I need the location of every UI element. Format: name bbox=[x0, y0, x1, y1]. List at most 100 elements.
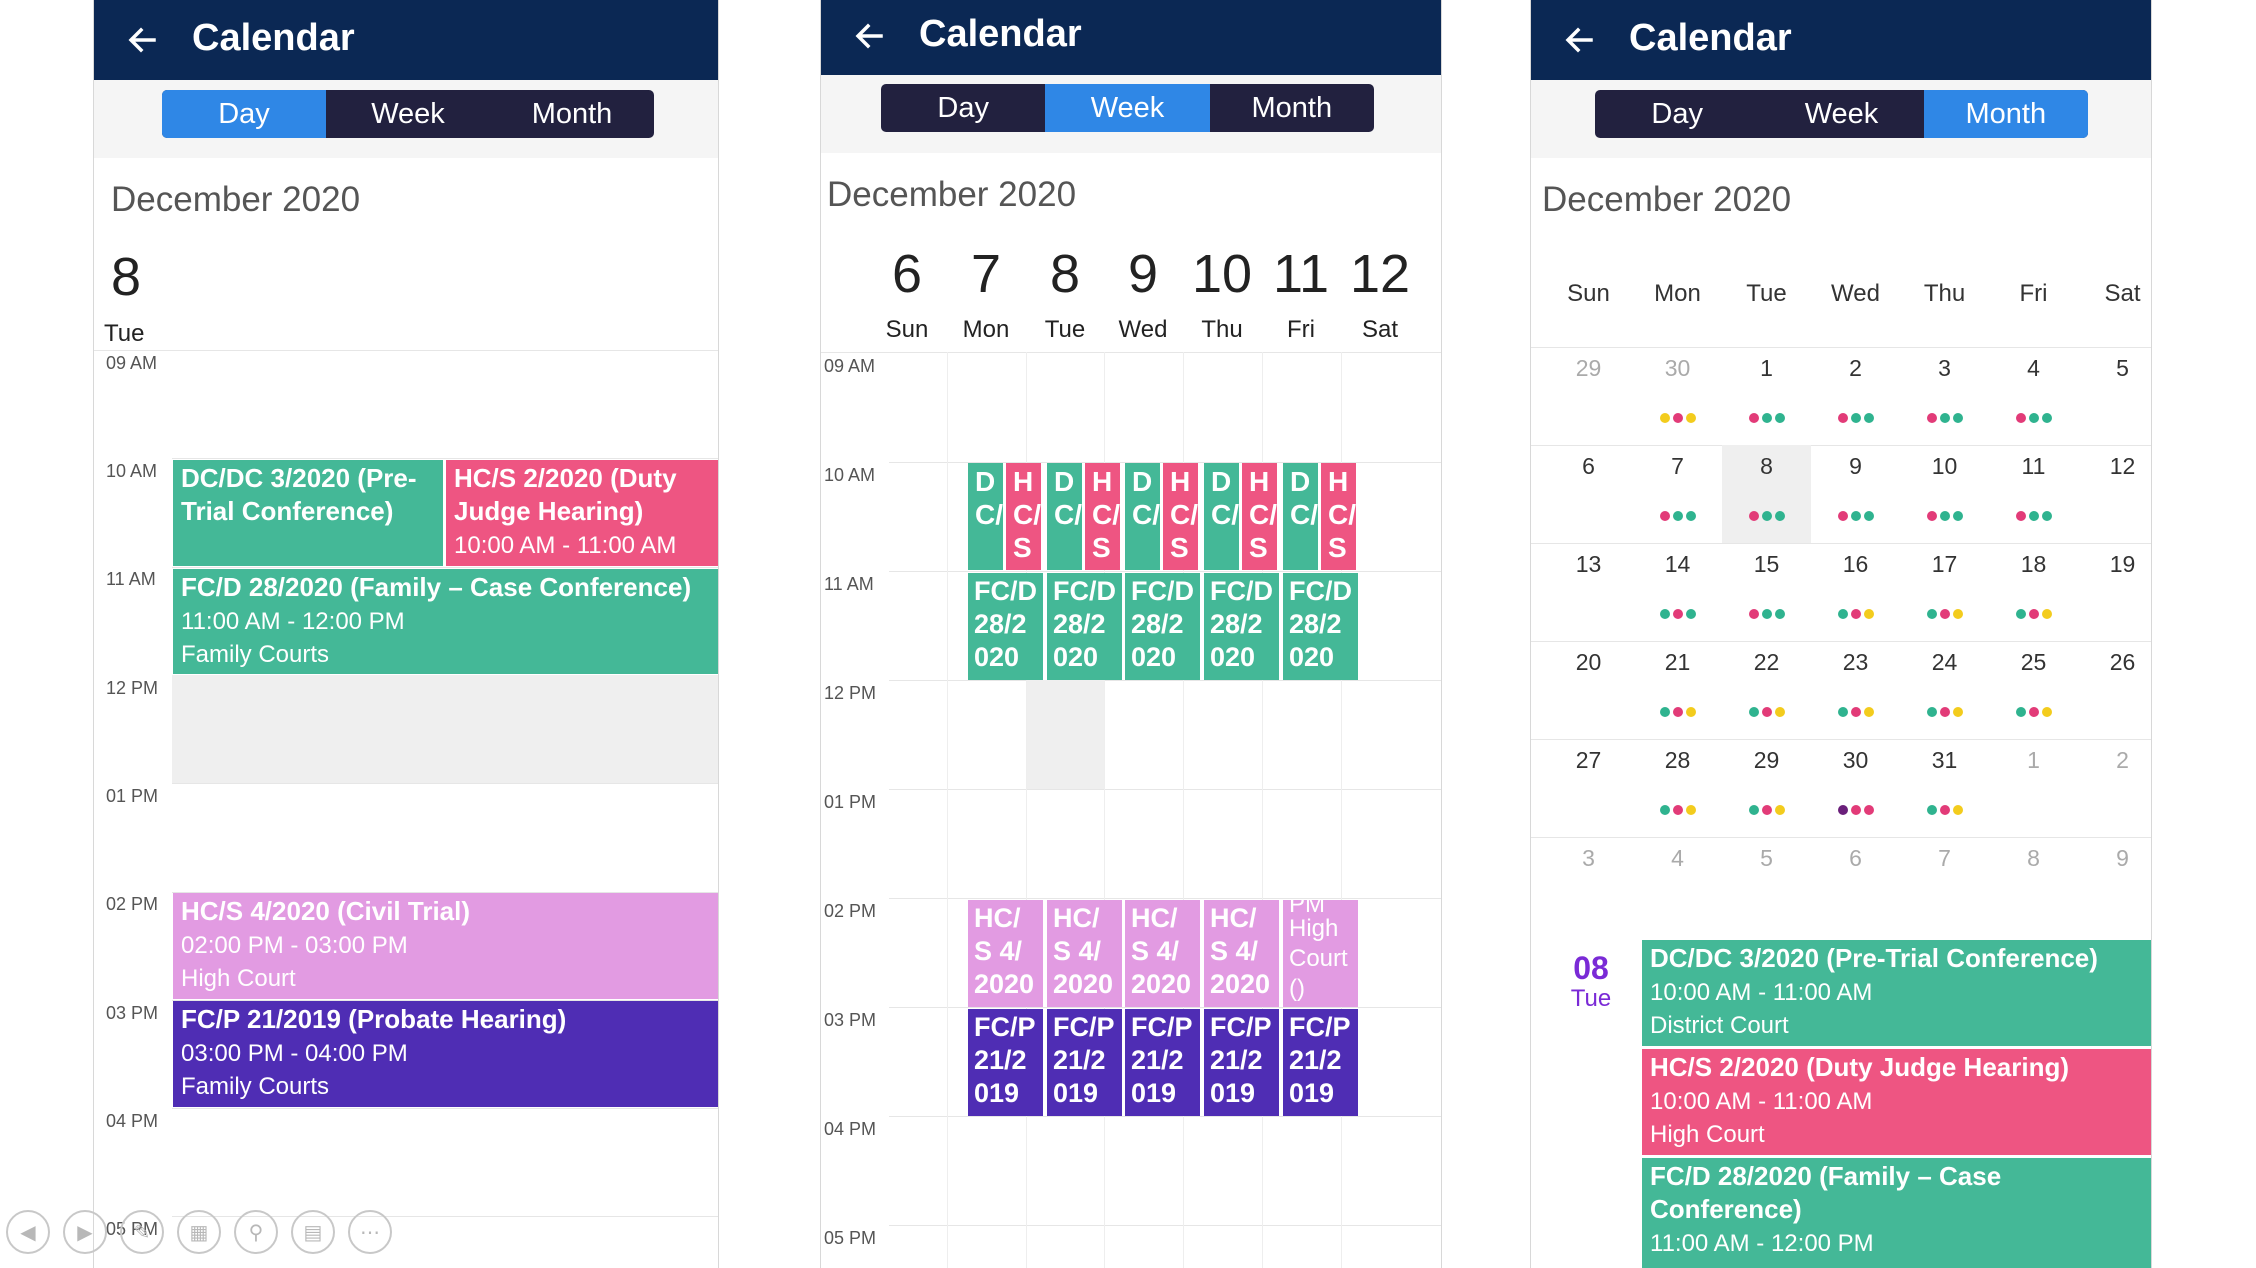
month-day-cell[interactable]: 31 bbox=[1900, 747, 1989, 774]
month-day-cell[interactable]: 11 bbox=[1989, 453, 2078, 480]
month-day-cell[interactable]: 24 bbox=[1900, 649, 1989, 676]
prev-icon[interactable]: ◀ bbox=[6, 1210, 50, 1254]
month-day-cell[interactable]: 2 bbox=[1811, 355, 1900, 382]
tab-day[interactable]: Day bbox=[162, 90, 326, 138]
month-day-cell[interactable]: 17 bbox=[1900, 551, 1989, 578]
week-event-hcs-4[interactable]: HC/ S 4/ 2020 bbox=[968, 900, 1043, 1007]
week-event-dcdc[interactable]: DC/ bbox=[1125, 463, 1160, 570]
slides-icon[interactable]: ▦ bbox=[177, 1210, 221, 1254]
week-event-hcs-2[interactable]: HC/S bbox=[1321, 463, 1356, 570]
week-day-number[interactable]: 9 bbox=[1104, 243, 1182, 305]
week-event-fcd-28[interactable]: FC/D 28/2 020 bbox=[968, 573, 1043, 680]
month-day-cell[interactable]: 7 bbox=[1900, 845, 1989, 872]
agenda-event-dcdc-3-2020[interactable]: DC/DC 3/2020 (Pre-Trial Conference) 10:0… bbox=[1642, 940, 2151, 1046]
month-day-cell[interactable]: 3 bbox=[1544, 845, 1633, 872]
week-event-fcp-21[interactable]: FC/P 21/2 019 bbox=[968, 1009, 1043, 1116]
event-fcp-21-2019[interactable]: FC/P 21/2019 (Probate Hearing) 03:00 PM … bbox=[173, 1001, 718, 1107]
event-hcs-4-2020[interactable]: HC/S 4/2020 (Civil Trial) 02:00 PM - 03:… bbox=[173, 893, 718, 999]
month-day-cell[interactable]: 6 bbox=[1811, 845, 1900, 872]
month-day-cell[interactable]: 22 bbox=[1722, 649, 1811, 676]
month-day-cell[interactable]: 16 bbox=[1811, 551, 1900, 578]
week-event-hcs-2[interactable]: HC/S bbox=[1006, 463, 1041, 570]
month-day-cell[interactable]: 6 bbox=[1544, 453, 1633, 480]
week-day-number[interactable]: 6 bbox=[868, 243, 946, 305]
month-day-cell[interactable]: 4 bbox=[1633, 845, 1722, 872]
week-event-hcs-2[interactable]: HC/S bbox=[1242, 463, 1277, 570]
week-event-fcp-21[interactable]: FC/P 21/2 019 bbox=[1204, 1009, 1279, 1116]
subtitles-icon[interactable]: ▤ bbox=[291, 1210, 335, 1254]
month-day-cell[interactable]: 29 bbox=[1544, 355, 1633, 382]
week-event-dcdc[interactable]: DC/ bbox=[1047, 463, 1082, 570]
event-hcs-2-2020[interactable]: HC/S 2/2020 (Duty Judge Hearing) 10:00 A… bbox=[446, 460, 718, 566]
week-event-fcp-21[interactable]: FC/P 21/2 019 bbox=[1125, 1009, 1200, 1116]
month-day-cell[interactable]: 30 bbox=[1811, 747, 1900, 774]
week-event-hcs-4[interactable]: HC/ S 4/ 2020 bbox=[1125, 900, 1200, 1007]
week-event-dcdc[interactable]: DC/ bbox=[968, 463, 1003, 570]
month-day-cell[interactable]: 27 bbox=[1544, 747, 1633, 774]
month-day-cell[interactable]: 19 bbox=[2078, 551, 2151, 578]
pen-icon[interactable]: ✎ bbox=[120, 1210, 164, 1254]
month-day-cell[interactable]: 28 bbox=[1633, 747, 1722, 774]
month-day-cell[interactable]: 10 bbox=[1900, 453, 1989, 480]
event-fcd-28-2020[interactable]: FC/D 28/2020 (Family – Case Conference) … bbox=[173, 569, 718, 674]
tab-day[interactable]: Day bbox=[1595, 90, 1759, 138]
month-day-cell[interactable]: 1 bbox=[1722, 355, 1811, 382]
agenda-event-hcs-2-2020[interactable]: HC/S 2/2020 (Duty Judge Hearing) 10:00 A… bbox=[1642, 1049, 2151, 1155]
week-event-hcs-4[interactable]: HC/ S 4/ 2020 bbox=[1047, 900, 1122, 1007]
month-day-cell[interactable]: 26 bbox=[2078, 649, 2151, 676]
month-day-cell[interactable]: 29 bbox=[1722, 747, 1811, 774]
tab-week[interactable]: Week bbox=[1759, 90, 1923, 138]
week-event-fcd-28[interactable]: FC/D 28/2 020 bbox=[1204, 573, 1279, 680]
week-day-number[interactable]: 11 bbox=[1262, 243, 1340, 305]
week-event-fcd-28[interactable]: FC/D 28/2 020 bbox=[1283, 573, 1358, 680]
month-day-cell[interactable]: 3 bbox=[1900, 355, 1989, 382]
tab-week[interactable]: Week bbox=[326, 90, 490, 138]
month-day-cell[interactable]: 4 bbox=[1989, 355, 2078, 382]
tab-month[interactable]: Month bbox=[490, 90, 654, 138]
week-event-fcd-28[interactable]: FC/D 28/2 020 bbox=[1047, 573, 1122, 680]
tab-month[interactable]: Month bbox=[1210, 84, 1374, 132]
month-day-cell[interactable]: 8 bbox=[1722, 453, 1811, 480]
week-event-fcd-28[interactable]: FC/D 28/2 020 bbox=[1125, 573, 1200, 680]
week-day-number[interactable]: 7 bbox=[947, 243, 1025, 305]
arrow-left-icon[interactable] bbox=[124, 22, 160, 58]
month-day-cell[interactable]: 9 bbox=[2078, 845, 2151, 872]
month-day-cell[interactable]: 20 bbox=[1544, 649, 1633, 676]
week-event-hcs-4-fri[interactable]: PM High Court () bbox=[1283, 900, 1358, 1007]
week-event-hcs-4[interactable]: HC/ S 4/ 2020 bbox=[1204, 900, 1279, 1007]
zoom-icon[interactable]: ⚲ bbox=[234, 1210, 278, 1254]
week-day-number[interactable]: 10 bbox=[1183, 243, 1261, 305]
tab-day[interactable]: Day bbox=[881, 84, 1045, 132]
week-event-dcdc[interactable]: DC/ bbox=[1204, 463, 1239, 570]
month-day-cell[interactable]: 5 bbox=[2078, 355, 2151, 382]
week-event-fcp-21[interactable]: FC/P 21/2 019 bbox=[1047, 1009, 1122, 1116]
week-event-dcdc[interactable]: DC/ bbox=[1283, 463, 1318, 570]
week-day-number[interactable]: 8 bbox=[1026, 243, 1104, 305]
tab-week[interactable]: Week bbox=[1045, 84, 1210, 132]
month-day-cell[interactable]: 25 bbox=[1989, 649, 2078, 676]
next-icon[interactable]: ▶ bbox=[63, 1210, 107, 1254]
tab-month[interactable]: Month bbox=[1923, 90, 2088, 138]
event-dcdc-3-2020[interactable]: DC/DC 3/2020 (Pre-Trial Conference) bbox=[173, 460, 443, 566]
month-day-cell[interactable]: 18 bbox=[1989, 551, 2078, 578]
week-event-fcp-21[interactable]: FC/P 21/2 019 bbox=[1283, 1009, 1358, 1116]
more-icon[interactable]: ⋯ bbox=[348, 1210, 392, 1254]
month-day-cell[interactable]: 12 bbox=[2078, 453, 2151, 480]
month-day-cell[interactable]: 14 bbox=[1633, 551, 1722, 578]
month-day-cell[interactable]: 5 bbox=[1722, 845, 1811, 872]
agenda-event-fcd-28-2020[interactable]: FC/D 28/2020 (Family – Case Conference) … bbox=[1642, 1158, 2151, 1268]
month-day-cell[interactable]: 30 bbox=[1633, 355, 1722, 382]
arrow-left-icon[interactable] bbox=[851, 18, 887, 54]
month-day-cell[interactable]: 13 bbox=[1544, 551, 1633, 578]
month-day-cell[interactable]: 21 bbox=[1633, 649, 1722, 676]
month-day-cell[interactable]: 15 bbox=[1722, 551, 1811, 578]
week-event-hcs-2[interactable]: HC/S bbox=[1163, 463, 1198, 570]
month-day-cell[interactable]: 7 bbox=[1633, 453, 1722, 480]
month-day-cell[interactable]: 23 bbox=[1811, 649, 1900, 676]
week-day-number[interactable]: 12 bbox=[1341, 243, 1419, 305]
month-day-cell[interactable]: 9 bbox=[1811, 453, 1900, 480]
arrow-left-icon[interactable] bbox=[1561, 22, 1597, 58]
month-day-cell[interactable]: 1 bbox=[1989, 747, 2078, 774]
week-event-hcs-2[interactable]: HC/S bbox=[1085, 463, 1120, 570]
month-day-cell[interactable]: 2 bbox=[2078, 747, 2151, 774]
